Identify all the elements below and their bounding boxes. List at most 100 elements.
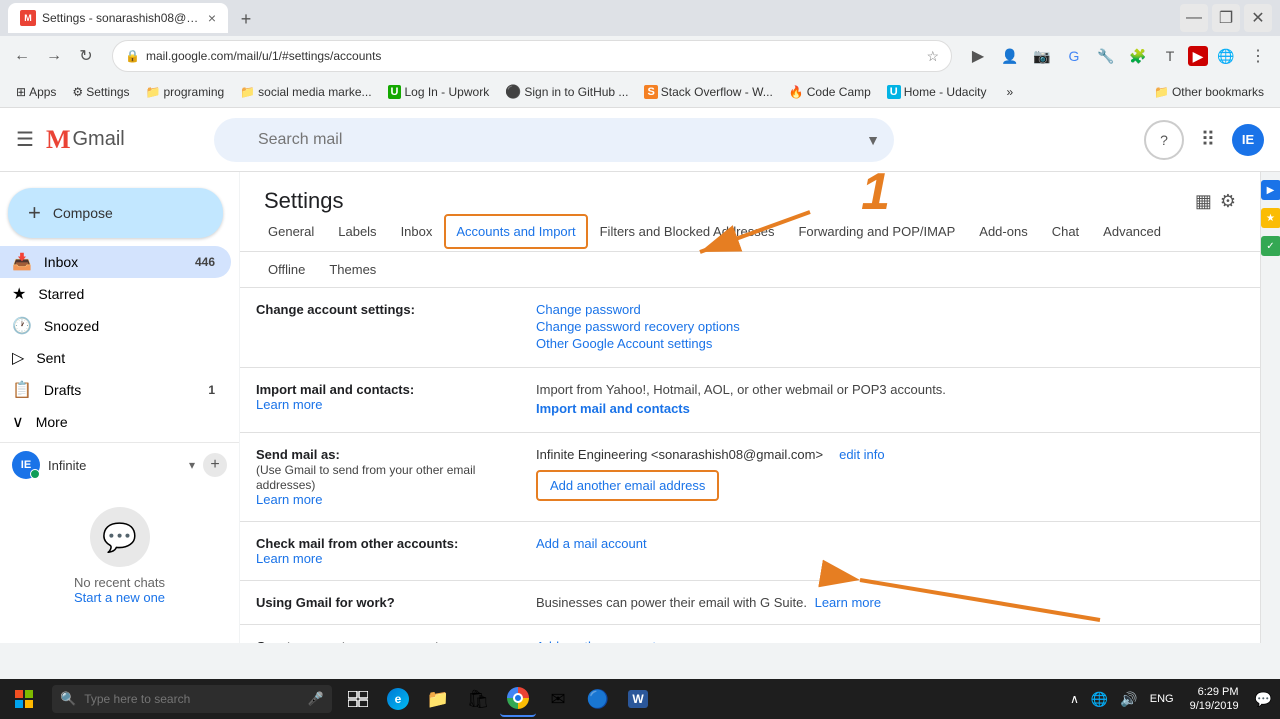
bookmark-upwork[interactable]: U Log In - Upwork: [384, 83, 494, 101]
taskbar-search-input[interactable]: [84, 692, 300, 706]
volume-tray-icon[interactable]: 🔊: [1116, 689, 1141, 710]
right-panel-icon-2[interactable]: ★: [1261, 208, 1280, 228]
tab-general[interactable]: General: [256, 214, 326, 251]
start-button[interactable]: [4, 679, 44, 719]
google-apps-button[interactable]: ⠿: [1188, 120, 1228, 160]
other-google-account-link[interactable]: Other Google Account settings: [536, 336, 1244, 351]
help-button[interactable]: ?: [1144, 120, 1184, 160]
sidebar-item-sent[interactable]: ▷ Sent: [0, 342, 231, 374]
sidebar-item-inbox[interactable]: 📥 Inbox 446: [0, 246, 231, 278]
address-bar[interactable]: 🔒 mail.google.com/mail/u/1/#settings/acc…: [112, 40, 952, 72]
bookmark-github[interactable]: ⚫ Sign in to GitHub ...: [501, 82, 632, 102]
change-password-link[interactable]: Change password: [536, 302, 1244, 317]
import-mail-contacts-link[interactable]: Import mail and contacts: [536, 401, 1244, 416]
edit-info-link[interactable]: edit info: [839, 447, 885, 462]
add-account-button[interactable]: +: [203, 453, 227, 477]
sidebar-item-snoozed[interactable]: 🕐 Snoozed: [0, 310, 231, 342]
right-panel-icon-1[interactable]: ▶: [1261, 180, 1280, 200]
bookmark-codecamp[interactable]: 🔥 Code Camp: [785, 83, 875, 101]
tab-labels[interactable]: Labels: [326, 214, 388, 251]
taskbar-mail-icon[interactable]: ✉: [540, 681, 576, 717]
send-mail-learn-more-link[interactable]: Learn more: [256, 492, 322, 507]
taskbar-clock[interactable]: 6:29 PM 9/19/2019: [1182, 685, 1247, 714]
new-tab-button[interactable]: +: [232, 5, 260, 33]
translate-icon[interactable]: T: [1156, 42, 1184, 70]
sidebar-item-more[interactable]: ∨ More: [0, 406, 231, 438]
other-bookmarks[interactable]: 📁 Other bookmarks: [1150, 83, 1268, 101]
add-another-account-link[interactable]: Add another account: [536, 639, 1244, 643]
bookmark-apps[interactable]: ⊞ Apps: [12, 83, 60, 101]
codecamp-bookmark-label: Code Camp: [807, 85, 871, 99]
tab-close-button[interactable]: ×: [208, 10, 216, 26]
tab-forwarding[interactable]: Forwarding and POP/IMAP: [786, 214, 967, 251]
account-section[interactable]: IE Infinite ▾ +: [0, 447, 239, 483]
tab-filters[interactable]: Filters and Blocked Addresses: [588, 214, 787, 251]
back-button[interactable]: ←: [8, 42, 36, 70]
taskbar-search[interactable]: 🔍 🎤: [52, 685, 332, 713]
reload-button[interactable]: ↻: [72, 42, 100, 70]
forward-button[interactable]: →: [40, 42, 68, 70]
network-tray-icon[interactable]: 🌐: [1087, 689, 1112, 710]
bookmark-stackoverflow[interactable]: S Stack Overflow - W...: [640, 83, 776, 101]
sidebar-item-drafts[interactable]: 📋 Drafts 1: [0, 374, 231, 406]
tab-chat[interactable]: Chat: [1040, 214, 1091, 251]
bookmark-settings[interactable]: ⚙ Settings: [68, 83, 133, 101]
youtube-icon[interactable]: ▶: [964, 42, 992, 70]
user-avatar[interactable]: IE: [1232, 124, 1264, 156]
udacity-bookmark-label: Home - Udacity: [904, 85, 987, 99]
change-password-recovery-link[interactable]: Change password recovery options: [536, 319, 1244, 334]
google-icon[interactable]: G: [1060, 42, 1088, 70]
taskbar-chevron-icon[interactable]: ∧: [1066, 692, 1083, 706]
compose-button[interactable]: + Compose: [8, 188, 223, 238]
addon-icon[interactable]: ▶: [1188, 46, 1208, 66]
subtab-offline[interactable]: Offline: [256, 256, 317, 283]
change-account-row: Change account settings: Change password…: [240, 288, 1260, 368]
extensions-icon[interactable]: 🔧: [1092, 42, 1120, 70]
search-input[interactable]: [214, 118, 894, 162]
tab-advanced[interactable]: Advanced: [1091, 214, 1173, 251]
close-button[interactable]: ✕: [1244, 4, 1272, 32]
taskbar-mic-icon[interactable]: 🎤: [308, 691, 324, 707]
settings-grid-view-icon[interactable]: ▦: [1195, 191, 1212, 212]
check-mail-learn-more-link[interactable]: Learn more: [256, 551, 322, 566]
subtab-themes[interactable]: Themes: [317, 256, 388, 283]
account-avatar: IE: [12, 451, 40, 479]
tab-addons[interactable]: Add-ons: [967, 214, 1039, 251]
import-learn-more-link[interactable]: Learn more: [256, 397, 322, 412]
notification-tray-icon[interactable]: 💬: [1251, 689, 1276, 710]
right-panel-icon-3[interactable]: ✓: [1261, 236, 1280, 256]
taskbar-task-view-button[interactable]: [340, 681, 376, 717]
bookmark-social-media[interactable]: 📁 social media marke...: [236, 83, 375, 101]
search-dropdown-icon[interactable]: ▼: [866, 132, 880, 148]
tab-accounts[interactable]: Accounts and Import: [444, 214, 587, 249]
sidebar-item-starred[interactable]: ★ Starred: [0, 278, 231, 310]
start-new-chat-link[interactable]: Start a new one: [12, 590, 227, 605]
star-bookmark-icon[interactable]: ☆: [926, 48, 939, 65]
taskbar-edge-icon[interactable]: e: [380, 681, 416, 717]
gsuite-learn-more-link[interactable]: Learn more: [815, 595, 881, 610]
taskbar-ime-icon[interactable]: ENG: [1146, 691, 1178, 707]
minimize-button[interactable]: —: [1180, 4, 1208, 32]
active-tab[interactable]: M Settings - sonarashish08@gmai... ×: [8, 3, 228, 33]
tab-inbox[interactable]: Inbox: [389, 214, 445, 251]
camera-icon[interactable]: 📷: [1028, 42, 1056, 70]
puzzle-icon[interactable]: 🧩: [1124, 42, 1152, 70]
more-menu-button[interactable]: ⋮: [1244, 42, 1272, 70]
taskbar-word-icon[interactable]: W: [620, 681, 656, 717]
account-online-badge: [30, 469, 40, 479]
bookmarks-more-button[interactable]: »: [1002, 83, 1017, 101]
import-mail-row: Import mail and contacts: Learn more Imp…: [240, 368, 1260, 433]
profile-icon[interactable]: 👤: [996, 42, 1024, 70]
bookmarks-ext-icon[interactable]: 🌐: [1212, 42, 1240, 70]
taskbar-chrome-icon[interactable]: [500, 681, 536, 717]
taskbar-explorer-icon[interactable]: 📁: [420, 681, 456, 717]
bookmark-udacity[interactable]: U Home - Udacity: [883, 83, 991, 101]
hamburger-menu-icon[interactable]: ☰: [16, 127, 34, 152]
bookmark-programming[interactable]: 📁 programing: [142, 83, 229, 101]
taskbar-store-icon[interactable]: 🛍: [460, 681, 496, 717]
taskbar-cortana-icon[interactable]: 🔵: [580, 681, 616, 717]
settings-gear-icon[interactable]: ⚙: [1220, 191, 1236, 212]
add-mail-account-link[interactable]: Add a mail account: [536, 536, 1244, 551]
add-email-button[interactable]: Add another email address: [536, 470, 719, 501]
maximize-button[interactable]: ❐: [1212, 4, 1240, 32]
